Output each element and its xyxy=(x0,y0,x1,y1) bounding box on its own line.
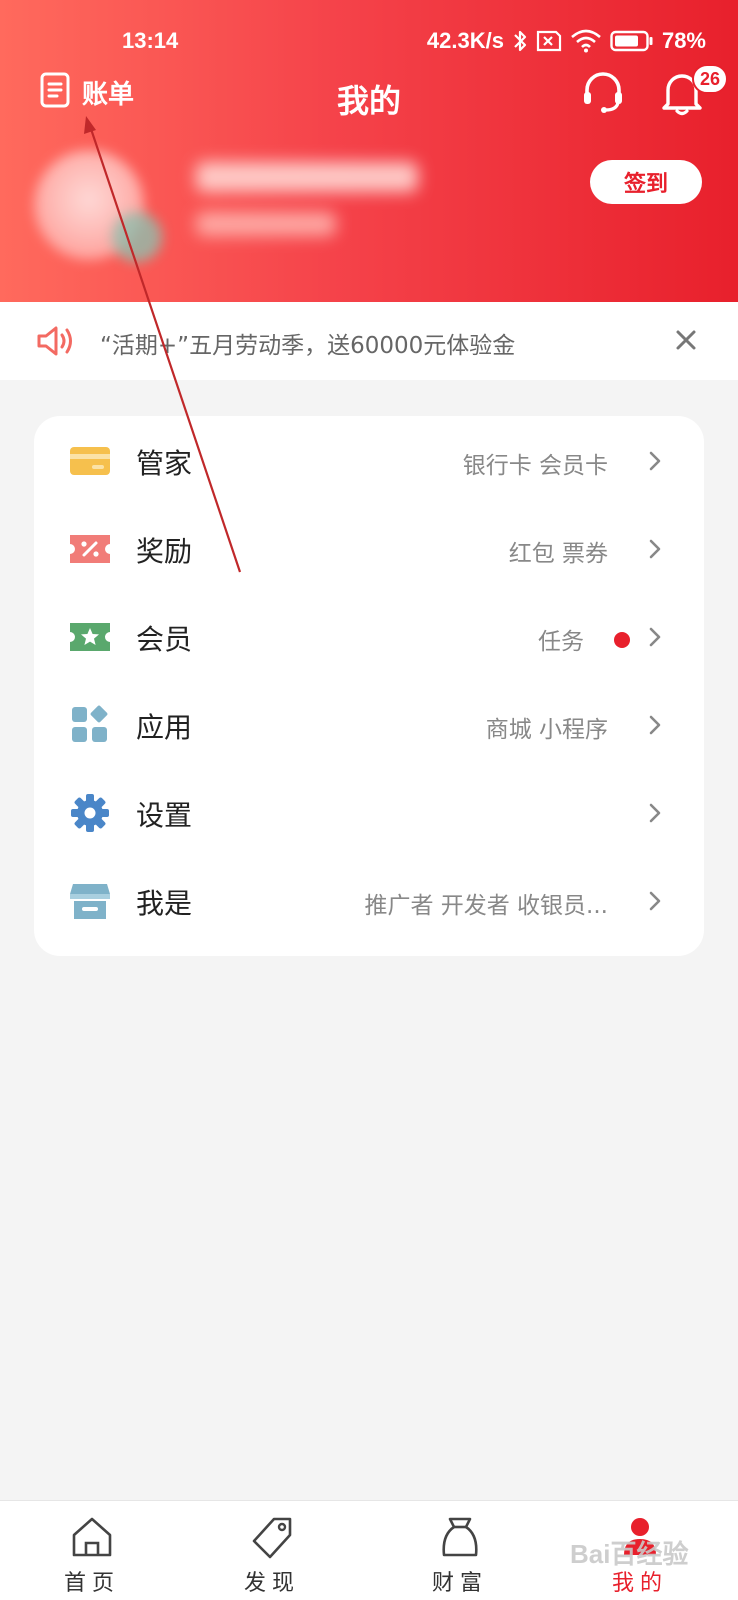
task-red-dot xyxy=(614,632,630,648)
tab-discover[interactable]: 发现 xyxy=(180,1501,364,1600)
coupon-icon xyxy=(70,529,110,569)
menu-item-label: 管家 xyxy=(136,447,193,480)
chevron-right-icon xyxy=(648,890,662,916)
menu-item-desc: 银行卡 会员卡 xyxy=(462,453,608,479)
menu-item-label: 应用 xyxy=(136,711,193,744)
chevron-right-icon xyxy=(648,538,662,564)
status-bar: 13:14 42.3K/s 78% xyxy=(0,26,738,58)
tag-icon xyxy=(248,1515,296,1559)
menu-item-desc: 商城 小程序 xyxy=(485,717,608,743)
tab-label: 首页 xyxy=(63,1571,120,1596)
close-icon[interactable] xyxy=(668,322,704,358)
menu-card: 管家 银行卡 会员卡 奖励 红包 票券 会员 任务 应用 商城 小程序 设置 我… xyxy=(34,416,704,956)
menu-item-desc: 红包 票券 xyxy=(508,541,608,567)
menu-item-apps[interactable]: 应用 商城 小程序 xyxy=(34,680,704,770)
tab-label: 发现 xyxy=(243,1571,300,1596)
headset-icon xyxy=(580,72,626,120)
gear-icon xyxy=(70,793,110,833)
notification-button[interactable]: 26 xyxy=(660,64,729,120)
watermark: Bai百经验 xyxy=(570,1539,689,1569)
menu-item-desc: 任务 xyxy=(538,629,584,655)
menu-item-label: 会员 xyxy=(136,623,193,656)
bill-icon xyxy=(40,72,70,112)
profile-section: 签到 xyxy=(0,140,738,280)
notice-text: “活期+”五月劳动季，送60000元体验金 xyxy=(100,333,516,359)
no-sim-icon xyxy=(536,30,562,52)
tab-label: 财富 xyxy=(431,1571,488,1596)
network-speed: 42.3K/s xyxy=(426,28,504,53)
tab-wealth[interactable]: 财富 xyxy=(368,1501,552,1600)
status-indicators: 42.3K/s 78% xyxy=(427,28,706,54)
notice-bar[interactable]: “活期+”五月劳动季，送60000元体验金 xyxy=(0,302,738,380)
status-time: 13:14 xyxy=(122,28,179,53)
card-icon xyxy=(70,441,110,481)
notification-badge: 26 xyxy=(692,64,729,94)
chevron-right-icon xyxy=(648,802,662,828)
bill-button[interactable]: 账单 xyxy=(40,72,134,112)
menu-item-butler[interactable]: 管家 银行卡 会员卡 xyxy=(34,416,704,506)
chevron-right-icon xyxy=(648,450,662,476)
tab-home[interactable]: 首页 xyxy=(0,1501,184,1600)
avatar-level-badge xyxy=(112,212,162,262)
menu-item-i-am[interactable]: 我是 推广者 开发者 收银员... xyxy=(34,856,704,946)
ticket-star-icon xyxy=(70,617,110,657)
top-nav: 账单 我的 26 xyxy=(0,64,738,126)
menu-item-membership[interactable]: 会员 任务 xyxy=(34,592,704,682)
menu-item-rewards[interactable]: 奖励 红包 票券 xyxy=(34,504,704,594)
customer-service-button[interactable] xyxy=(580,70,626,120)
menu-item-settings[interactable]: 设置 xyxy=(34,768,704,858)
signin-button[interactable]: 签到 xyxy=(590,160,702,204)
home-icon xyxy=(68,1515,116,1559)
user-name-blurred xyxy=(196,162,418,192)
bluetooth-icon xyxy=(512,29,528,53)
chevron-right-icon xyxy=(648,714,662,740)
menu-item-label: 设置 xyxy=(136,799,193,832)
wifi-icon xyxy=(570,29,602,53)
store-icon xyxy=(70,881,110,921)
user-subtitle-blurred xyxy=(196,212,336,236)
menu-item-label: 我是 xyxy=(136,887,193,920)
battery-icon xyxy=(610,30,654,52)
battery-percent: 78% xyxy=(661,28,706,53)
bell-icon xyxy=(660,74,704,120)
header-banner: 13:14 42.3K/s 78% 账单 我的 26 签到 xyxy=(0,0,738,302)
bill-label: 账单 xyxy=(82,79,135,110)
speaker-icon xyxy=(36,324,76,362)
chevron-right-icon xyxy=(648,626,662,652)
menu-item-label: 奖励 xyxy=(136,535,193,568)
menu-item-desc: 推广者 开发者 收银员... xyxy=(364,893,608,919)
apps-icon xyxy=(70,705,110,745)
wealth-jar-icon xyxy=(436,1515,484,1559)
